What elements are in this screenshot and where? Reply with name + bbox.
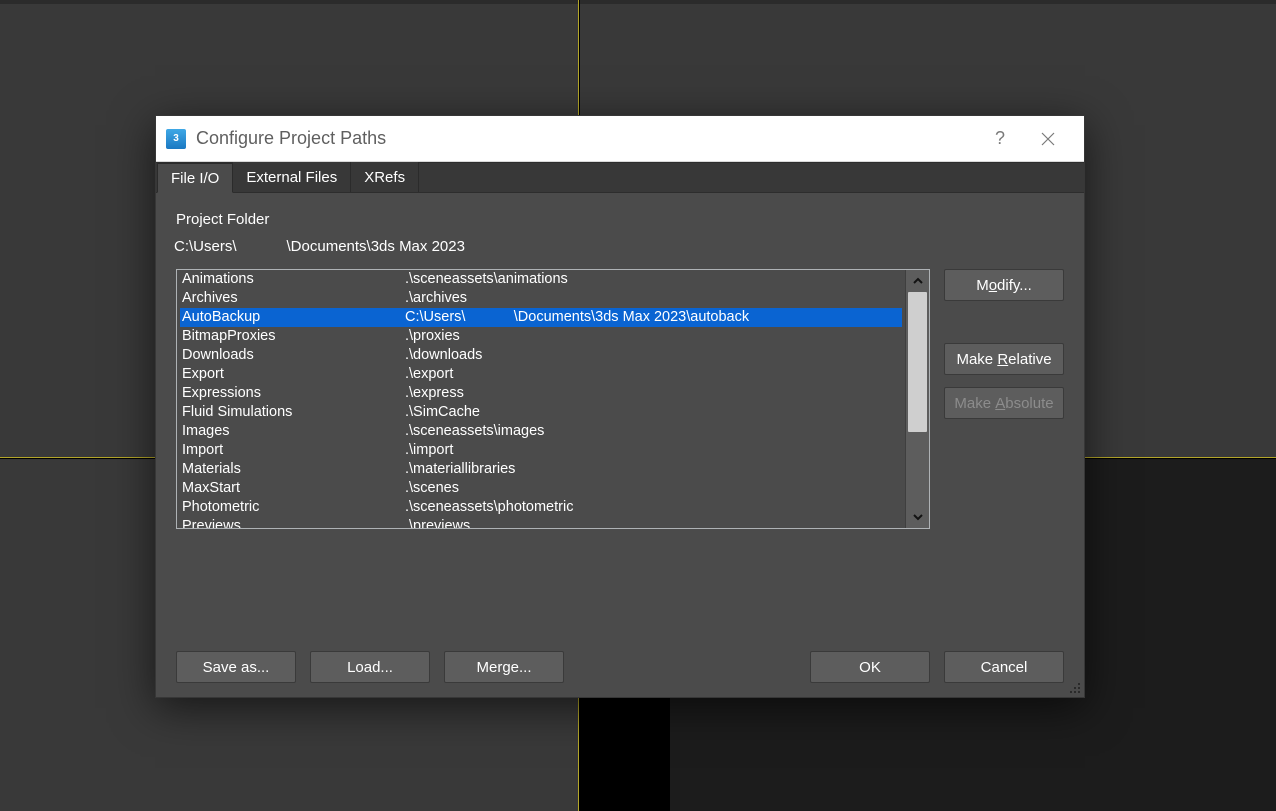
path-value: .\downloads (405, 346, 902, 365)
path-name: Archives (180, 289, 405, 308)
path-value: .\sceneassets\animations (405, 270, 902, 289)
path-value: .\materiallibraries (405, 460, 902, 479)
bg-top-strip (0, 0, 1276, 4)
project-folder-path: C:\Users\ \Documents\3ds Max 2023 (174, 238, 1064, 255)
path-row[interactable]: Fluid Simulations.\SimCache (180, 403, 902, 422)
resize-grip[interactable] (1067, 680, 1081, 694)
path-name: Animations (180, 270, 405, 289)
make-relative-button[interactable]: Make Relative (944, 343, 1064, 375)
tabstrip: File I/OExternal FilesXRefs (156, 162, 1084, 193)
path-value: .\sceneassets\images (405, 422, 902, 441)
path-row[interactable]: Images.\sceneassets\images (180, 422, 902, 441)
path-row[interactable]: Archives.\archives (180, 289, 902, 308)
path-value: .\SimCache (405, 403, 902, 422)
path-row[interactable]: Import.\import (180, 441, 902, 460)
path-row[interactable]: BitmapProxies.\proxies (180, 327, 902, 346)
dialog-footer: Save as... Load... Merge... OK Cancel (176, 641, 1064, 683)
scroll-down-button[interactable] (906, 506, 929, 528)
paths-listbox[interactable]: Animations.\sceneassets\animationsArchiv… (176, 269, 930, 529)
viewport-preview-patch (580, 698, 670, 811)
path-value: .\import (405, 441, 902, 460)
path-row[interactable]: AutoBackupC:\Users\ \Documents\3ds Max 2… (180, 308, 902, 327)
paths-list-rows: Animations.\sceneassets\animationsArchiv… (177, 270, 905, 528)
right-button-column: Modify... Make Relative Make Absolute (944, 269, 1064, 529)
tab-file-i-o[interactable]: File I/O (157, 163, 233, 193)
make-absolute-button[interactable]: Make Absolute (944, 387, 1064, 419)
scrollbar[interactable] (905, 270, 929, 528)
path-name: Import (180, 441, 405, 460)
path-name: BitmapProxies (180, 327, 405, 346)
close-icon (1041, 132, 1055, 146)
ok-button[interactable]: OK (810, 651, 930, 683)
path-name: Expressions (180, 384, 405, 403)
path-name: MaxStart (180, 479, 405, 498)
path-name: Downloads (180, 346, 405, 365)
load-button[interactable]: Load... (310, 651, 430, 683)
path-value: .\sceneassets\photometric (405, 498, 902, 517)
tab-external-files[interactable]: External Files (233, 162, 351, 192)
path-name: Fluid Simulations (180, 403, 405, 422)
titlebar[interactable]: Configure Project Paths ? (156, 116, 1084, 162)
chevron-down-icon (912, 511, 924, 523)
modify-button[interactable]: Modify... (944, 269, 1064, 301)
window-title: Configure Project Paths (196, 128, 966, 149)
project-folder-label: Project Folder (176, 211, 1064, 228)
path-row[interactable]: Previews.\previews (180, 517, 902, 528)
path-row[interactable]: Animations.\sceneassets\animations (180, 270, 902, 289)
path-row[interactable]: Photometric.\sceneassets\photometric (180, 498, 902, 517)
path-value: .\archives (405, 289, 902, 308)
path-row[interactable]: Downloads.\downloads (180, 346, 902, 365)
path-row[interactable]: MaxStart.\scenes (180, 479, 902, 498)
close-button[interactable] (1024, 116, 1072, 162)
configure-project-paths-dialog: Configure Project Paths ? File I/OExtern… (155, 115, 1085, 698)
cancel-button[interactable]: Cancel (944, 651, 1064, 683)
path-name: Previews (180, 517, 405, 528)
path-name: AutoBackup (180, 308, 405, 327)
path-name: Export (180, 365, 405, 384)
scroll-up-button[interactable] (906, 270, 929, 292)
dialog-body: Project Folder C:\Users\ \Documents\3ds … (156, 193, 1084, 697)
path-value: .\proxies (405, 327, 902, 346)
path-value: .\export (405, 365, 902, 384)
path-row[interactable]: Export.\export (180, 365, 902, 384)
help-icon: ? (995, 128, 1005, 149)
path-value: .\express (405, 384, 902, 403)
scroll-thumb[interactable] (908, 292, 927, 432)
path-name: Images (180, 422, 405, 441)
save-as-button[interactable]: Save as... (176, 651, 296, 683)
path-value: .\scenes (405, 479, 902, 498)
chevron-up-icon (912, 275, 924, 287)
merge-button[interactable]: Merge... (444, 651, 564, 683)
path-value: .\previews (405, 517, 902, 528)
path-row[interactable]: Expressions.\express (180, 384, 902, 403)
path-name: Materials (180, 460, 405, 479)
path-value: C:\Users\ \Documents\3ds Max 2023\autoba… (405, 308, 902, 327)
help-button[interactable]: ? (976, 116, 1024, 162)
path-name: Photometric (180, 498, 405, 517)
tab-xrefs[interactable]: XRefs (351, 162, 419, 192)
app-icon (166, 129, 186, 149)
path-row[interactable]: Materials.\materiallibraries (180, 460, 902, 479)
scroll-track[interactable] (906, 292, 929, 506)
